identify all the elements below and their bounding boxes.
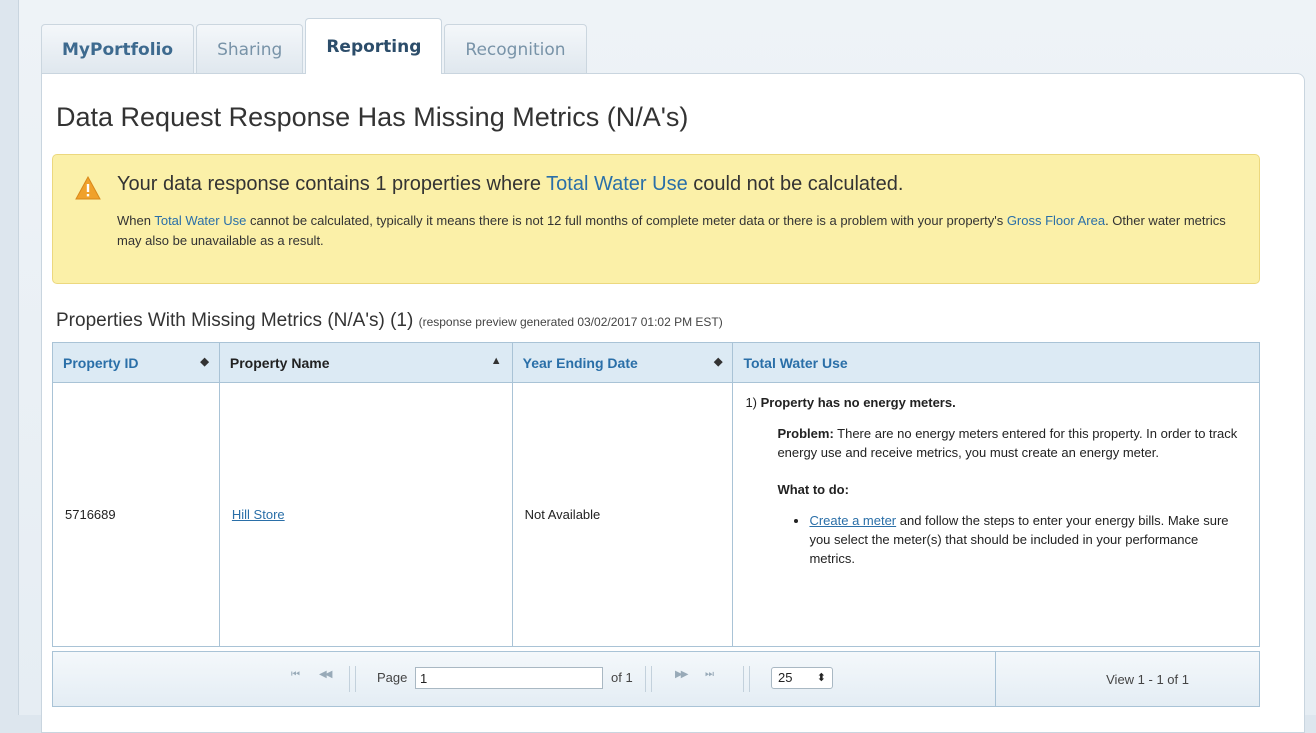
tab-sharing[interactable]: Sharing	[196, 24, 304, 74]
problem-description: There are no energy meters entered for t…	[777, 426, 1238, 460]
total-water-use-link[interactable]: Total Water Use	[546, 173, 688, 195]
column-header-label: Property ID	[63, 354, 139, 371]
pager-divider	[749, 666, 750, 692]
alert-body: When Total Water Use cannot be calculate…	[117, 211, 1237, 251]
cell-property-name: Hill Store	[218, 382, 513, 647]
section-title-text: Properties With Missing Metrics (N/A's) …	[56, 310, 414, 331]
cell-total-water-use: 1) Property has no energy meters. Proble…	[732, 382, 1260, 647]
alert-body-pre: When	[117, 213, 155, 228]
last-page-icon[interactable]: ⏭	[705, 669, 714, 680]
pager-divider	[651, 666, 652, 692]
preview-note: (response preview generated 03/02/2017 0…	[418, 315, 723, 329]
sort-ascending-icon[interactable]: ▲	[491, 355, 502, 367]
alert-headline: Your data response contains 1 properties…	[117, 173, 903, 196]
view-range-text: View 1 - 1 of 1	[1106, 672, 1189, 687]
column-header-property-id[interactable]: Property ID ◆	[52, 342, 220, 383]
total-water-use-body-link[interactable]: Total Water Use	[154, 213, 246, 228]
sort-icon[interactable]: ◆	[714, 355, 722, 368]
page-label: Page	[377, 670, 408, 685]
issue-heading: 1) Property has no energy meters.	[745, 395, 1247, 410]
column-header-total-water-use[interactable]: Total Water Use	[732, 342, 1260, 383]
column-header-label: Property Name	[229, 354, 330, 371]
section-title: Properties With Missing Metrics (N/A's) …	[56, 310, 723, 332]
alert-headline-pre: Your data response contains 1 properties…	[117, 173, 547, 195]
first-page-icon[interactable]: ⏮	[291, 669, 300, 680]
select-arrow-icon: ⬍	[816, 672, 826, 684]
table-row: 5716689 Hill Store Not Available 1) Prop…	[52, 382, 1260, 647]
alert-headline-post: could not be calculated.	[687, 173, 904, 195]
pager-divider	[349, 666, 350, 692]
tab-reporting[interactable]: Reporting	[305, 18, 443, 74]
content-panel: Data Request Response Has Missing Metric…	[41, 73, 1305, 733]
page-number-input[interactable]	[415, 667, 603, 689]
missing-metrics-table: Property ID ◆ Property Name ▲ Year Endin…	[52, 342, 1260, 647]
page-title: Data Request Response Has Missing Metric…	[56, 102, 689, 132]
column-header-label: Total Water Use	[743, 354, 848, 371]
issue-title: Property has no energy meters.	[760, 395, 956, 410]
action-list: Create a meter and follow the steps to e…	[777, 511, 1247, 568]
problem-text: Problem: There are no energy meters ente…	[777, 424, 1247, 462]
cell-property-id: 5716689	[52, 382, 220, 647]
next-page-icon[interactable]: ▶▶	[675, 669, 688, 680]
pager-info: View 1 - 1 of 1	[995, 652, 1259, 706]
page-size-value: 25	[778, 670, 793, 685]
cell-year-ending-date: Not Available	[511, 382, 734, 647]
gross-floor-area-link[interactable]: Gross Floor Area	[1007, 213, 1105, 228]
tab-bar: MyPortfolio Sharing Reporting Recognitio…	[41, 18, 589, 74]
column-header-year-ending-date[interactable]: Year Ending Date ◆	[511, 342, 734, 383]
problem-label: Problem:	[777, 426, 834, 441]
column-header-label: Year Ending Date	[522, 354, 638, 371]
warning-alert: Your data response contains 1 properties…	[52, 154, 1260, 284]
app-frame: MyPortfolio Sharing Reporting Recognitio…	[18, 0, 1316, 733]
page-size-select[interactable]: 25 ⬍	[771, 667, 833, 689]
table-pager: ⏮ ◀◀ Page of 1 ▶▶ ⏭ 25 ⬍ View 1 - 1 of 1	[52, 651, 1260, 707]
issue-number: 1)	[745, 395, 757, 410]
alert-body-mid: cannot be calculated, typically it means…	[246, 213, 1007, 228]
table-header-row: Property ID ◆ Property Name ▲ Year Endin…	[52, 342, 1260, 383]
page-count-label: of 1	[611, 670, 633, 685]
sort-icon[interactable]: ◆	[200, 355, 208, 368]
pager-divider	[743, 666, 744, 692]
column-header-property-name[interactable]: Property Name ▲	[218, 342, 513, 383]
issue-details: Problem: There are no energy meters ente…	[777, 424, 1247, 568]
create-meter-link[interactable]: Create a meter	[809, 513, 896, 528]
property-name-link[interactable]: Hill Store	[232, 507, 285, 522]
tab-recognition[interactable]: Recognition	[444, 24, 587, 74]
tab-myportfolio[interactable]: MyPortfolio	[41, 24, 195, 74]
what-to-do-heading: What to do:	[777, 482, 849, 497]
pager-divider	[355, 666, 356, 692]
pager-divider	[645, 666, 646, 692]
previous-page-icon[interactable]: ◀◀	[319, 669, 332, 680]
warning-icon	[75, 176, 101, 200]
list-item: Create a meter and follow the steps to e…	[809, 511, 1247, 568]
